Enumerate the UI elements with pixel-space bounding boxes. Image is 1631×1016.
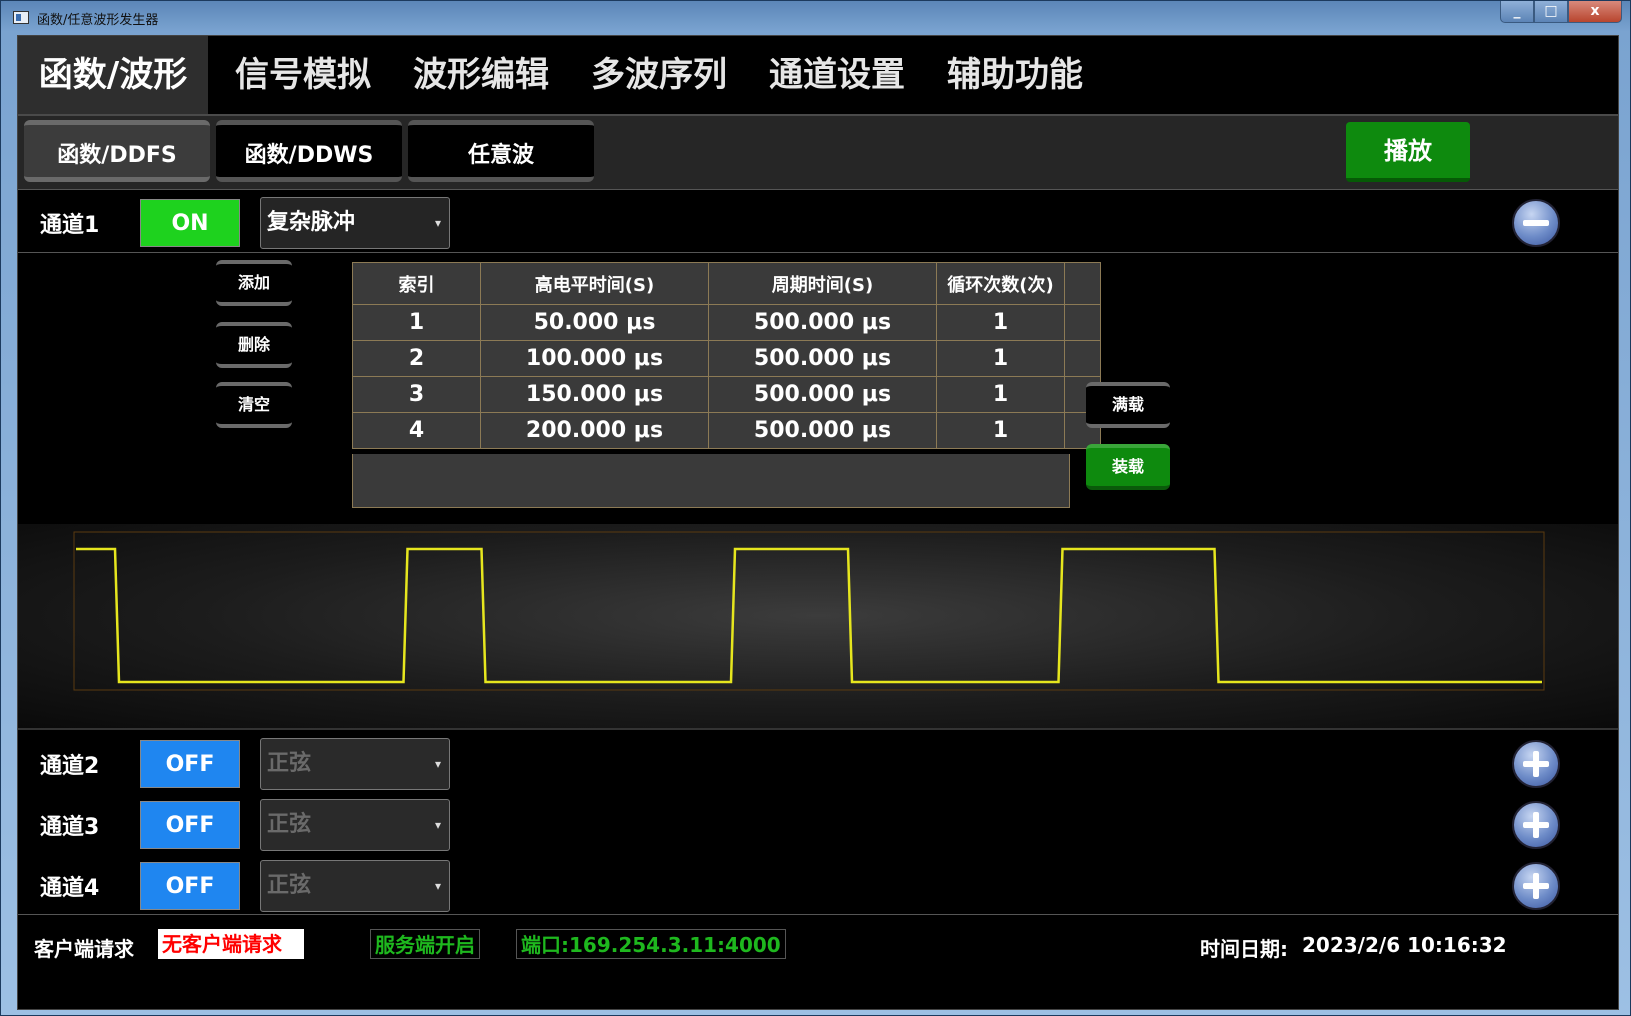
- play-button[interactable]: 播放: [1346, 122, 1470, 182]
- cell-loops[interactable]: 1: [936, 376, 1065, 413]
- tab-multi-sequence[interactable]: 多波序列: [574, 36, 744, 114]
- channel-toggle[interactable]: ON: [140, 199, 240, 247]
- cell-loops[interactable]: 1: [936, 304, 1065, 341]
- window-title: 函数/任意波形发生器: [37, 13, 159, 28]
- client-request-label: 客户端请求: [34, 937, 134, 961]
- col-header-index: 索引: [352, 262, 481, 305]
- channel-label: 通道4: [40, 876, 100, 901]
- waveform-select[interactable]: 复杂脉冲 ▾: [260, 197, 450, 249]
- cell-extra: [1064, 304, 1101, 341]
- chevron-down-icon: ▾: [434, 818, 441, 832]
- cell-high-time[interactable]: 150.000 μs: [480, 376, 709, 413]
- cell-period[interactable]: 500.000 μs: [708, 340, 937, 377]
- channel-label: 通道3: [40, 815, 100, 840]
- full-load-button[interactable]: 满载: [1086, 382, 1170, 428]
- table-row[interactable]: 4 200.000 μs 500.000 μs 1: [352, 412, 1101, 449]
- cell-high-time[interactable]: 100.000 μs: [480, 340, 709, 377]
- cell-period[interactable]: 500.000 μs: [708, 376, 937, 413]
- app-window: 函数/任意波形发生器 _ □ x 函数/波形 信号模拟 波形编辑 多波序列 通道…: [0, 0, 1631, 1016]
- cell-index[interactable]: 2: [352, 340, 481, 377]
- waveform-plot: [73, 531, 1545, 691]
- main-tabbar: 函数/波形 信号模拟 波形编辑 多波序列 通道设置 辅助功能: [18, 36, 1618, 116]
- app-icon: [13, 11, 29, 24]
- tab-waveform-edit[interactable]: 波形编辑: [396, 36, 566, 114]
- table-row[interactable]: 2 100.000 μs 500.000 μs 1: [352, 340, 1101, 377]
- client-area: 函数/波形 信号模拟 波形编辑 多波序列 通道设置 辅助功能 函数/DDFS 函…: [17, 35, 1619, 1010]
- tab-aux-functions[interactable]: 辅助功能: [930, 36, 1100, 114]
- waveform-select-value: 正弦: [267, 751, 312, 776]
- plus-icon[interactable]: [1512, 801, 1560, 849]
- cell-loops[interactable]: 1: [936, 340, 1065, 377]
- plus-icon[interactable]: [1512, 862, 1560, 910]
- add-button[interactable]: 添加: [216, 260, 292, 306]
- tab-signal-simulation[interactable]: 信号模拟: [218, 36, 388, 114]
- plot-frame: [73, 531, 1545, 691]
- subtab-ddws[interactable]: 函数/DDWS: [216, 120, 402, 182]
- cell-index[interactable]: 1: [352, 304, 481, 341]
- cell-period[interactable]: 500.000 μs: [708, 412, 937, 449]
- channel-toggle[interactable]: OFF: [140, 801, 240, 849]
- datetime-label: 时间日期:: [1200, 937, 1288, 961]
- waveform-select-value: 正弦: [267, 873, 312, 898]
- minimize-button[interactable]: _: [1500, 1, 1534, 23]
- pulse-table: 索引 高电平时间(S) 周期时间(S) 循环次数(次) 1 50.000 μs …: [352, 262, 1101, 449]
- col-header-extra: [1064, 262, 1101, 305]
- table-header-row: 索引 高电平时间(S) 周期时间(S) 循环次数(次): [352, 262, 1101, 305]
- chevron-down-icon: ▾: [434, 216, 441, 230]
- cell-high-time[interactable]: 50.000 μs: [480, 304, 709, 341]
- cell-index[interactable]: 4: [352, 412, 481, 449]
- cell-extra: [1064, 340, 1101, 377]
- channel-label: 通道1: [40, 213, 100, 238]
- waveform-select-value: 复杂脉冲: [267, 210, 356, 235]
- load-button[interactable]: 装载: [1086, 444, 1170, 490]
- minus-icon[interactable]: [1512, 199, 1560, 247]
- channel-toggle[interactable]: OFF: [140, 740, 240, 788]
- chevron-down-icon: ▾: [434, 757, 441, 771]
- tab-function-waveform[interactable]: 函数/波形: [18, 36, 208, 114]
- cell-high-time[interactable]: 200.000 μs: [480, 412, 709, 449]
- cell-loops[interactable]: 1: [936, 412, 1065, 449]
- clear-button[interactable]: 清空: [216, 382, 292, 428]
- pulse-editor: 添加 删除 清空 索引 高电平时间(S) 周期时间(S) 循环次数(次) 1 5…: [18, 254, 1618, 524]
- server-status: 服务端开启: [370, 929, 480, 959]
- sub-tabbar: 函数/DDFS 函数/DDWS 任意波 播放: [18, 116, 1618, 190]
- channel-row-3: 通道3 OFF 正弦 ▾: [18, 793, 1618, 855]
- close-button[interactable]: x: [1568, 1, 1622, 23]
- col-header-high-time: 高电平时间(S): [480, 262, 709, 305]
- client-request-status: 无客户端请求: [158, 929, 304, 959]
- delete-button[interactable]: 删除: [216, 322, 292, 368]
- col-header-period: 周期时间(S): [708, 262, 937, 305]
- chevron-down-icon: ▾: [434, 879, 441, 893]
- channel-row-2: 通道2 OFF 正弦 ▾: [18, 732, 1618, 794]
- channel-label: 通道2: [40, 754, 100, 779]
- window-controls: _ □ x: [1500, 1, 1622, 25]
- waveform-select[interactable]: 正弦 ▾: [260, 860, 450, 912]
- table-empty-area[interactable]: [352, 454, 1070, 508]
- waveform-select-value: 正弦: [267, 812, 312, 837]
- subtab-arbitrary[interactable]: 任意波: [408, 120, 594, 182]
- waveform-select[interactable]: 正弦 ▾: [260, 738, 450, 790]
- col-header-loops: 循环次数(次): [936, 262, 1065, 305]
- datetime-value: 2023/2/6 10:16:32: [1302, 933, 1507, 957]
- subtab-ddfs[interactable]: 函数/DDFS: [24, 120, 210, 182]
- status-bar: 客户端请求 无客户端请求 服务端开启 端口:169.254.3.11:4000 …: [18, 914, 1618, 972]
- waveform-select[interactable]: 正弦 ▾: [260, 799, 450, 851]
- table-row[interactable]: 3 150.000 μs 500.000 μs 1: [352, 376, 1101, 413]
- waveform-display: [18, 524, 1618, 730]
- title-bar[interactable]: 函数/任意波形发生器 _ □ x: [1, 1, 1630, 35]
- channel-row-1: 通道1 ON 复杂脉冲 ▾: [18, 191, 1618, 253]
- port-status: 端口:169.254.3.11:4000: [516, 929, 786, 959]
- channel-toggle[interactable]: OFF: [140, 862, 240, 910]
- cell-index[interactable]: 3: [352, 376, 481, 413]
- cell-period[interactable]: 500.000 μs: [708, 304, 937, 341]
- table-row[interactable]: 1 50.000 μs 500.000 μs 1: [352, 304, 1101, 341]
- pulse-trace: [76, 547, 1542, 684]
- channel-row-4: 通道4 OFF 正弦 ▾: [18, 854, 1618, 916]
- tab-channel-settings[interactable]: 通道设置: [752, 36, 922, 114]
- maximize-button[interactable]: □: [1534, 1, 1568, 23]
- plus-icon[interactable]: [1512, 740, 1560, 788]
